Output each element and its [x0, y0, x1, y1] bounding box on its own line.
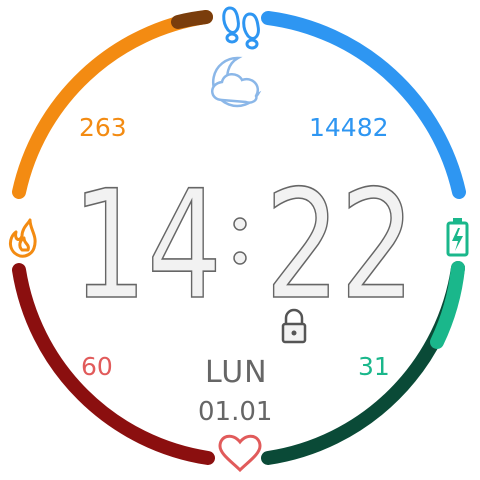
date-label: 01.01	[198, 397, 273, 427]
heart-icon	[218, 434, 262, 473]
clock-separator-dot-bottom	[233, 251, 247, 265]
battery-value: 31	[358, 352, 390, 381]
footprints-icon	[222, 6, 260, 50]
steps-value: 14482	[309, 113, 389, 142]
battery-arc-level	[430, 261, 465, 349]
battery-icon	[446, 218, 469, 257]
flame-icon	[9, 218, 37, 258]
clock-minutes: 22	[265, 159, 415, 333]
weekday-label: LUN	[205, 355, 268, 390]
calories-value: 263	[79, 113, 127, 142]
moon-cloud-icon	[211, 56, 262, 108]
clock-hours: 14	[72, 159, 222, 333]
calories-arc-remainder	[171, 10, 213, 29]
heart-rate-value: 60	[81, 352, 113, 381]
clock-separator-dot-top	[233, 217, 247, 231]
